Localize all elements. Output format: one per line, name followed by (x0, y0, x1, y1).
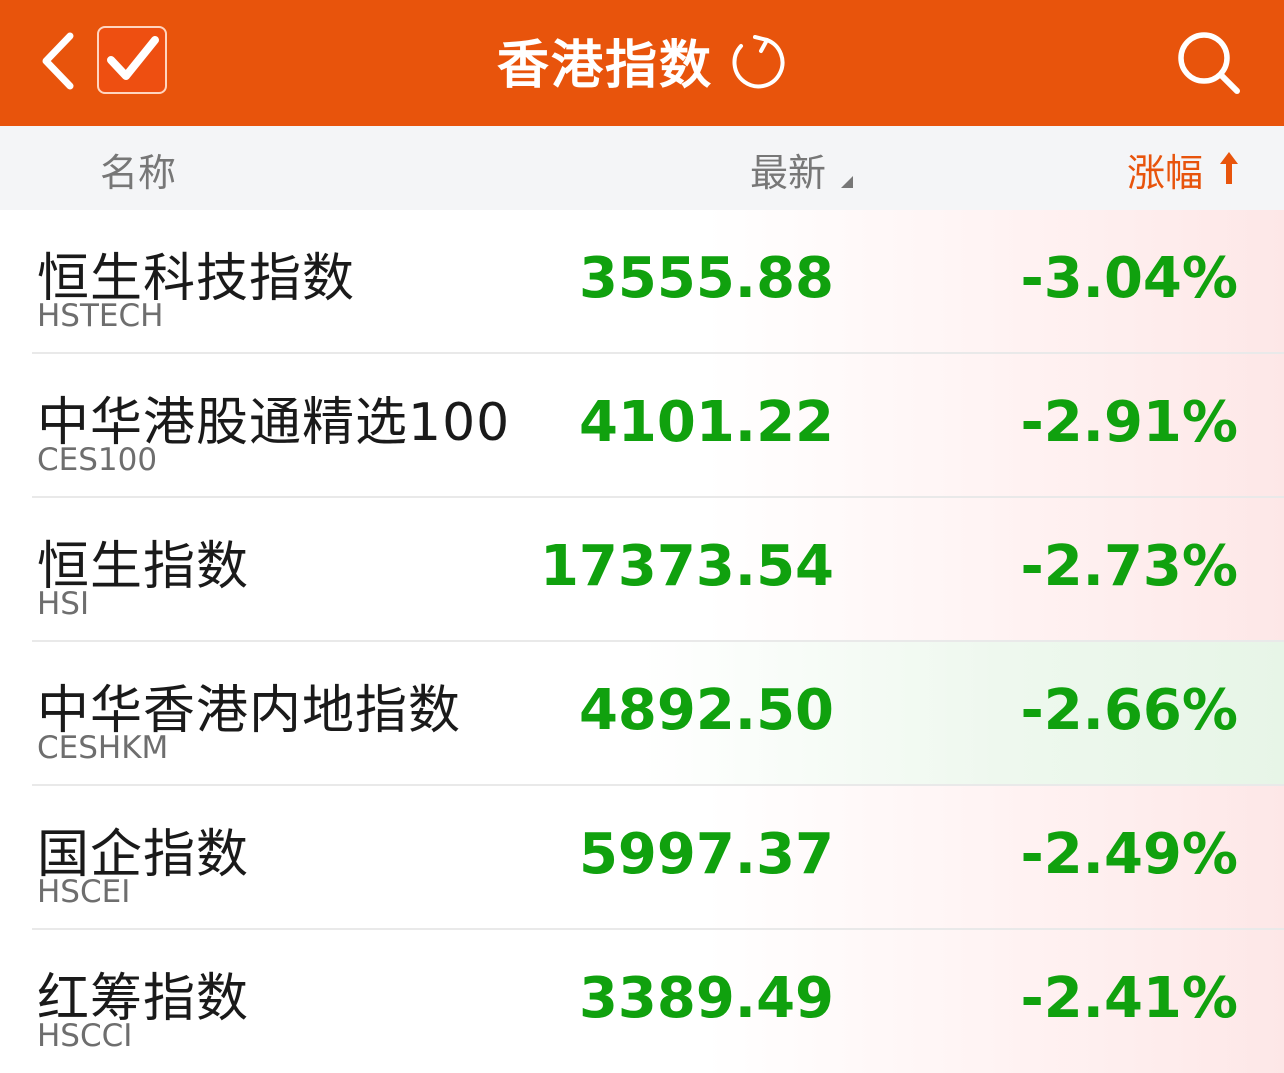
column-header: 名称 最新 涨幅 (0, 126, 1284, 210)
index-code: HSTECH (37, 298, 164, 334)
index-code: HSCCI (37, 1018, 133, 1054)
page-title: 香港指数 (496, 35, 713, 96)
table-row[interactable]: 恒生指数 HSI 17373.54 -2.73% (0, 498, 1284, 642)
sort-triangle-icon (841, 176, 853, 188)
search-button[interactable] (1172, 26, 1244, 98)
index-price: 4892.50 (578, 678, 834, 743)
title-bar: 香港指数 (0, 0, 1284, 126)
index-price: 3555.88 (578, 246, 834, 311)
index-code: HSI (37, 586, 90, 622)
index-code: CES100 (37, 442, 158, 478)
table-row[interactable]: 红筹指数 HSCCI 3389.49 -2.41% (0, 930, 1284, 1073)
table-row[interactable]: 中华香港内地指数 CESHKM 4892.50 -2.66% (0, 642, 1284, 786)
index-change: -3.04% (1020, 246, 1238, 311)
column-change-header[interactable]: 涨幅 (1127, 142, 1203, 197)
column-name-header: 名称 (100, 151, 177, 195)
arrow-up-icon (1220, 152, 1238, 184)
nav-bar: 香港指数 (0, 0, 1284, 126)
index-price: 17373.54 (539, 534, 834, 599)
app-screen: 香港指数 名称 最新 涨幅 恒生科技指数 HSTECH 3555.88 -3.0… (0, 0, 1284, 1073)
index-price: 5997.37 (578, 822, 834, 887)
index-price: 4101.22 (578, 390, 834, 455)
refresh-icon[interactable] (727, 32, 787, 92)
table-row[interactable]: 恒生科技指数 HSTECH 3555.88 -3.04% (0, 210, 1284, 354)
index-code: CESHKM (37, 730, 169, 766)
index-change: -2.49% (1020, 822, 1238, 887)
index-price: 3389.49 (578, 966, 834, 1031)
table-row[interactable]: 国企指数 HSCEI 5997.37 -2.49% (0, 786, 1284, 930)
table-row[interactable]: 中华港股通精选100 CES100 4101.22 -2.91% (0, 354, 1284, 498)
index-change: -2.66% (1020, 678, 1238, 743)
index-change: -2.41% (1020, 966, 1238, 1031)
search-icon (1178, 32, 1240, 94)
column-latest-header[interactable]: 最新 (750, 142, 826, 197)
index-change: -2.73% (1020, 534, 1238, 599)
index-code: HSCEI (37, 874, 131, 910)
index-change: -2.91% (1020, 390, 1238, 455)
